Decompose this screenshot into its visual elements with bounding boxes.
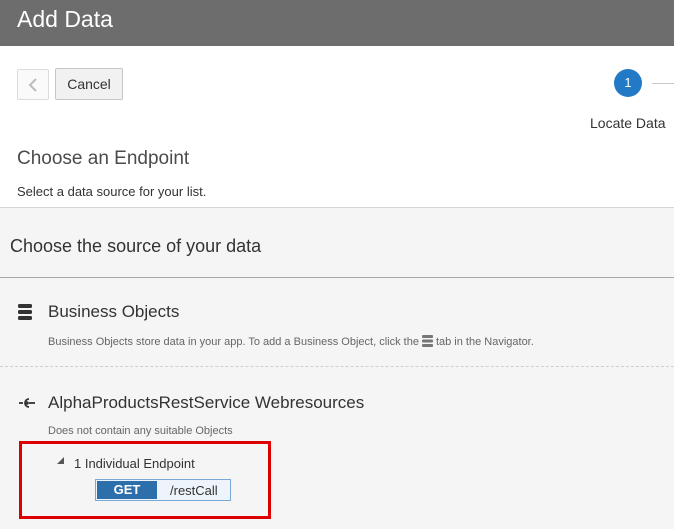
database-icon — [18, 304, 32, 320]
service-section: AlphaProductsRestService Webresources Do… — [0, 367, 674, 529]
business-objects-description-text: Business Objects store data in your app.… — [48, 336, 419, 348]
train-connector — [652, 83, 674, 84]
service-description: Does not contain any suitable Objects — [48, 425, 233, 437]
database-icon — [421, 335, 433, 347]
service-connection-icon — [19, 398, 35, 408]
tree-node-individual-endpoint[interactable]: 1 Individual Endpoint — [74, 456, 195, 471]
business-objects-description: Business Objects store data in your app.… — [48, 335, 534, 348]
train-step-1[interactable]: 1 — [614, 69, 642, 97]
panel-title: Choose an Endpoint — [17, 148, 190, 169]
business-objects-description-tail: tab in the Navigator. — [435, 336, 534, 348]
cancel-button[interactable]: Cancel — [55, 68, 123, 100]
service-title: AlphaProductsRestService Webresources — [48, 393, 365, 412]
source-heading-bar: Choose the source of your data — [0, 208, 674, 278]
chevron-left-icon — [28, 78, 37, 92]
triangle-expanded-icon[interactable] — [56, 456, 65, 465]
train-step-label: Locate Data — [590, 115, 666, 131]
http-method-badge: GET — [97, 481, 157, 499]
wizard-top-panel: Cancel 1 Locate Data Choose an Endpoint … — [0, 46, 674, 208]
dialog-title: Add Data — [17, 6, 113, 32]
source-heading: Choose the source of your data — [10, 236, 262, 256]
endpoint-path: /restCall — [170, 483, 218, 498]
back-button[interactable] — [17, 69, 49, 100]
dialog-header: Add Data — [0, 0, 674, 46]
business-objects-title: Business Objects — [48, 302, 180, 321]
panel-description: Select a data source for your list. — [17, 184, 207, 199]
endpoint-item[interactable]: GET /restCall — [95, 479, 231, 501]
business-objects-section[interactable]: Business Objects Business Objects store … — [0, 278, 674, 367]
